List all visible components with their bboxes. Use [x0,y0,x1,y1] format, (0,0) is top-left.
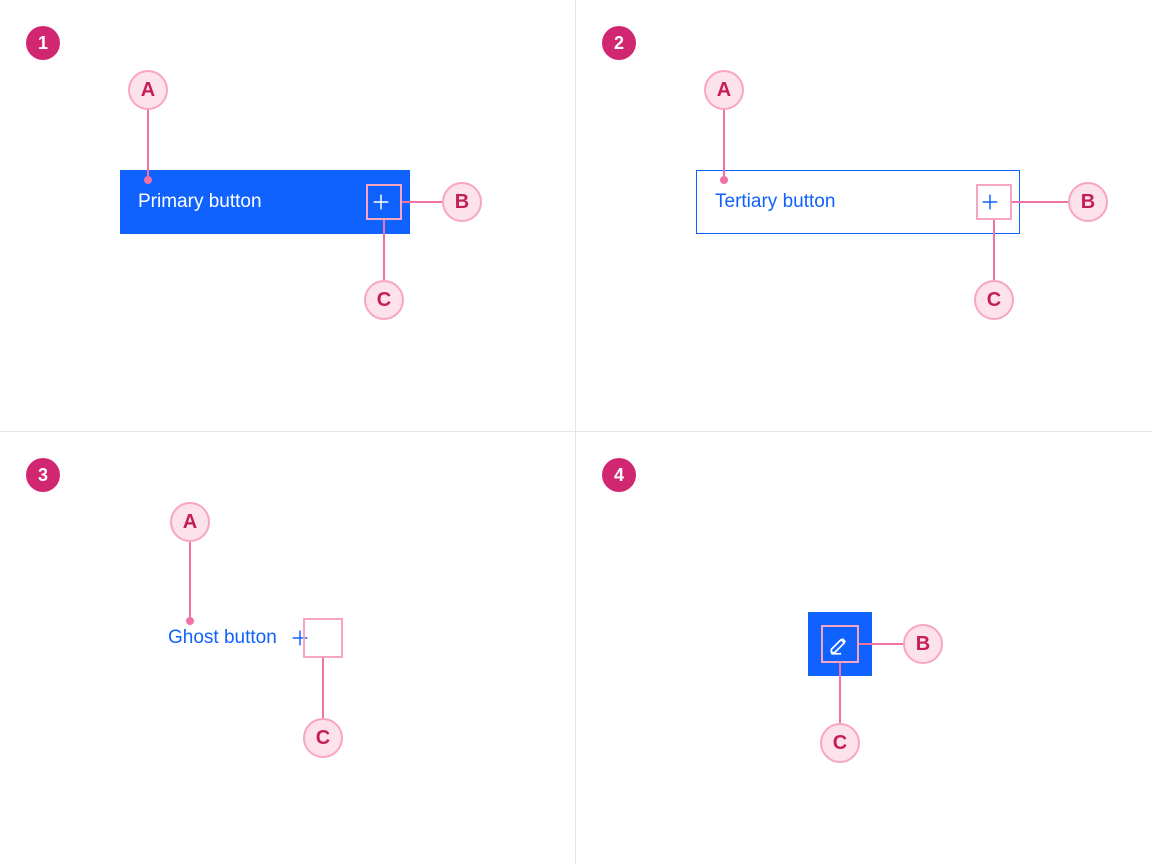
primary-button-label: Primary button [138,191,262,213]
annotation-b: B [442,182,482,222]
panel-number-badge: 2 [602,26,636,60]
annotation-a: A [170,502,210,542]
annotation-a-line [723,110,725,176]
annotation-a-line [189,542,191,617]
annotation-c-line [322,658,324,718]
annotation-a-dot [144,176,152,184]
annotation-c-line [383,220,385,280]
panel-number-badge: 1 [26,26,60,60]
plus-icon [979,191,1001,213]
panel-2: 2 A Tertiary button B C [576,0,1152,432]
annotation-b: B [903,624,943,664]
annotation-b-line [859,643,903,645]
annotation-b: B [1068,182,1108,222]
annotation-a-line [147,110,149,176]
annotation-a-dot [720,176,728,184]
tertiary-button-label: Tertiary button [715,191,835,213]
panel-number-badge: 4 [602,458,636,492]
panel-1: 1 A Primary button B C [0,0,576,432]
plus-icon [289,627,311,649]
annotation-c: C [820,723,860,763]
annotation-b-line [1012,201,1068,203]
tertiary-button[interactable]: Tertiary button [696,170,1020,234]
plus-icon [370,191,392,213]
annotation-a: A [704,70,744,110]
primary-button[interactable]: Primary button [120,170,410,234]
annotation-c: C [364,280,404,320]
annotation-c-line [839,663,841,723]
annotation-c: C [303,718,343,758]
annotation-c: C [974,280,1014,320]
annotation-b-line [402,201,442,203]
annotation-a: A [128,70,168,110]
panel-4: 4 B C [576,432,1152,864]
panel-number-badge: 3 [26,458,60,492]
edit-icon [827,631,853,657]
ghost-button-label: Ghost button [168,627,277,649]
annotation-a-dot [186,617,194,625]
diagram-grid: 1 A Primary button B C 2 A Tertiary butt… [0,0,1152,864]
annotation-c-line [993,220,995,280]
panel-3: 3 A Ghost button C [0,432,576,864]
